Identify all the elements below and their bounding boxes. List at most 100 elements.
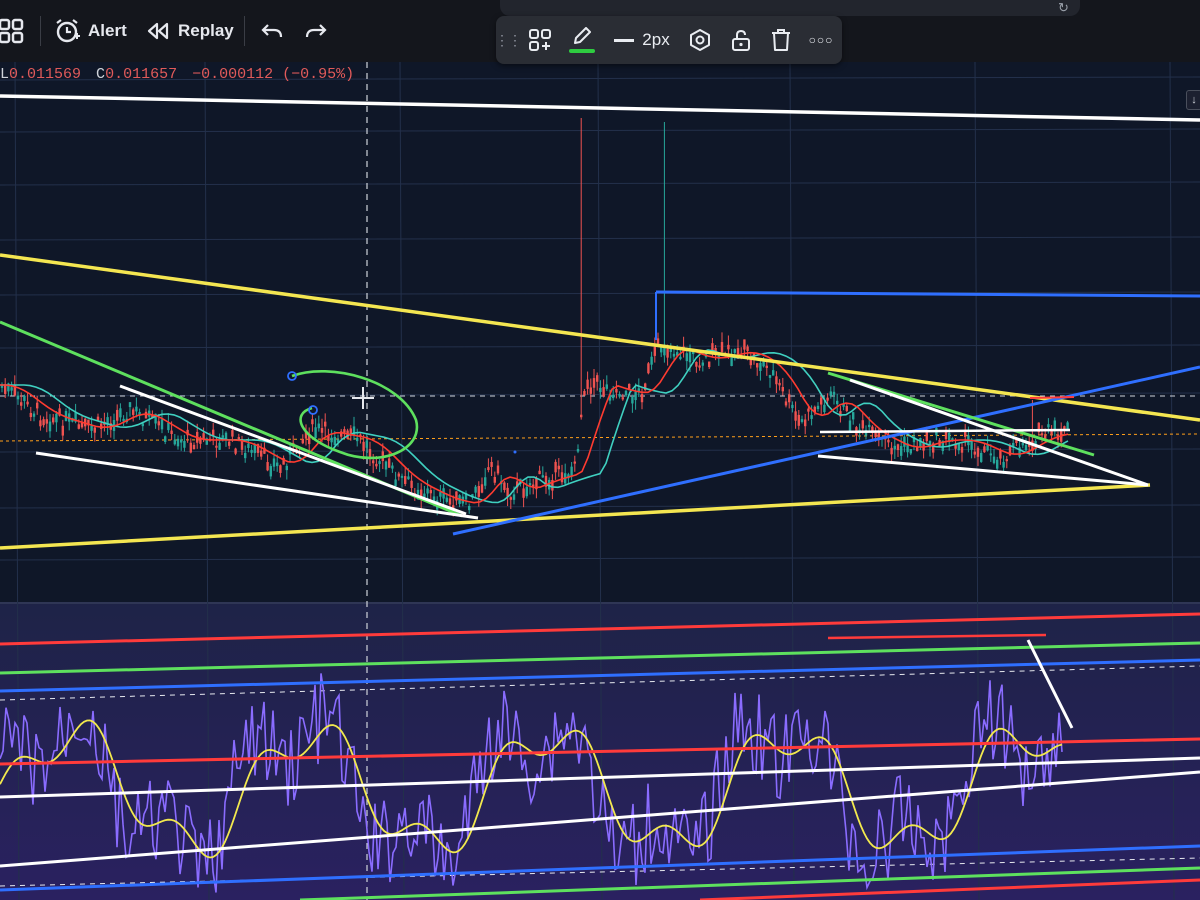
refresh-icon[interactable]: ↻ <box>1058 0 1074 16</box>
candle-body <box>778 382 781 386</box>
candle-body <box>160 419 164 430</box>
candle-body <box>77 424 80 429</box>
candle-body <box>314 427 317 438</box>
candle-body <box>400 475 404 478</box>
alert-button[interactable]: Alert <box>54 14 127 48</box>
candle-body <box>794 411 797 421</box>
candle-body <box>445 497 448 502</box>
four-squares-icon <box>0 18 24 44</box>
candle-body <box>807 408 810 412</box>
candle-body <box>244 452 247 459</box>
candle-body <box>474 486 477 493</box>
more-dots-icon[interactable]: ○○○ <box>808 24 834 56</box>
candle-body <box>708 361 711 368</box>
candle-body <box>557 465 560 470</box>
candle-body <box>487 467 490 471</box>
candle-body <box>797 414 800 426</box>
candle-body <box>375 463 378 467</box>
lock-button[interactable] <box>728 24 754 56</box>
add-template-icon <box>529 29 551 51</box>
candle-body <box>39 420 42 427</box>
candle-body <box>228 441 231 446</box>
candle-body <box>410 480 413 488</box>
low-key: L <box>0 66 10 83</box>
drawing-handle[interactable] <box>513 450 517 454</box>
candle-body <box>586 379 589 389</box>
delete-button[interactable] <box>768 24 794 56</box>
candle-body <box>986 445 989 451</box>
candle-body <box>234 448 237 454</box>
candle-body <box>903 436 906 447</box>
candle-body <box>605 384 608 389</box>
candle-body <box>541 475 544 478</box>
candle-body <box>688 351 692 363</box>
candle-body <box>52 417 55 423</box>
candle-body <box>356 437 359 442</box>
candle-body <box>231 430 234 437</box>
candle-body <box>388 458 391 468</box>
toolbar-divider <box>244 16 245 46</box>
candle-body <box>973 451 976 455</box>
undo-button[interactable] <box>260 14 286 48</box>
line-width-button[interactable]: 2px <box>612 24 672 56</box>
candle-body <box>768 375 772 378</box>
candle-body <box>743 339 746 350</box>
brush-color-button[interactable] <box>566 24 598 56</box>
candle-body <box>266 462 269 471</box>
price-chart[interactable] <box>0 62 1200 900</box>
scroll-to-latest-button[interactable]: ↓ <box>1186 90 1200 110</box>
layout-button[interactable] <box>0 14 28 48</box>
alert-label: Alert <box>88 21 127 40</box>
candle-body <box>170 430 173 435</box>
redo-button[interactable] <box>304 14 330 48</box>
candle-body <box>285 465 288 471</box>
candle-body <box>1021 442 1024 446</box>
candle-body <box>509 497 512 500</box>
candle-body <box>253 444 256 454</box>
candle-body <box>759 362 762 371</box>
candle-body <box>164 436 167 443</box>
candle-body <box>176 438 180 447</box>
settings-button[interactable] <box>686 24 714 56</box>
candle-body <box>36 402 39 409</box>
candle-body <box>468 505 471 511</box>
candle-body <box>29 412 32 418</box>
candle-body <box>26 401 29 405</box>
candle-body <box>512 494 516 500</box>
candle-body <box>852 412 855 420</box>
candle-body <box>93 427 96 433</box>
replay-button[interactable]: Replay <box>146 14 234 48</box>
drag-dots-icon[interactable]: ⋮⋮ <box>495 24 522 56</box>
candle-body <box>775 376 778 385</box>
candle-body <box>804 419 807 427</box>
candle-body <box>128 402 132 408</box>
candle-body <box>260 450 263 457</box>
candle-body <box>141 423 144 427</box>
candle-body <box>394 479 397 487</box>
candle-body <box>1040 433 1044 436</box>
candle-body <box>836 400 839 405</box>
candle-body <box>832 391 836 395</box>
candle-body <box>909 449 912 454</box>
alarm-clock-icon <box>56 19 80 43</box>
candle-body <box>861 420 864 429</box>
close-value: 0.011657 <box>105 66 178 83</box>
trendline-red-short[interactable] <box>1029 396 1075 399</box>
candle-body <box>685 353 688 362</box>
candle-body <box>218 442 221 450</box>
candle-body <box>653 346 656 356</box>
candle-body <box>212 429 215 436</box>
candle-body <box>45 419 48 424</box>
candle-body <box>55 413 58 423</box>
candle-body <box>573 461 576 464</box>
candle-body <box>765 365 768 368</box>
candle-body <box>800 419 804 422</box>
candle-body <box>1005 459 1008 462</box>
candle-body <box>791 404 794 409</box>
toolbar-divider <box>40 16 41 46</box>
candle-body <box>896 444 900 450</box>
candle-body <box>698 365 701 368</box>
candle-body <box>90 425 93 431</box>
candle-body <box>618 394 621 397</box>
template-button[interactable] <box>526 24 554 56</box>
